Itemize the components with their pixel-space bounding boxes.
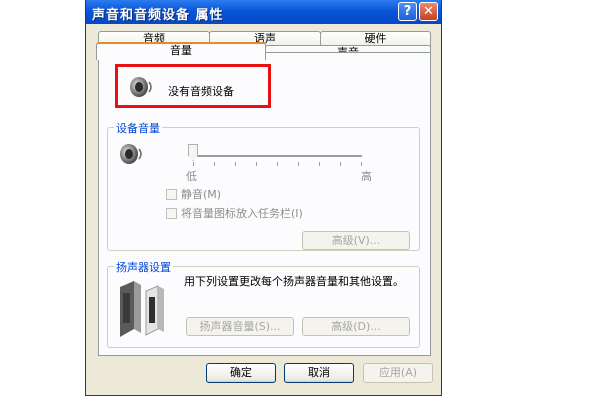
- volume-panel: 没有音频设备 设备音量 低 高 静音(M) 将音量图标放入任务栏(I) 高级(V…: [98, 52, 431, 356]
- device-volume-legend: 设备音量: [114, 120, 162, 136]
- slider-max-label: 高: [361, 170, 372, 183]
- slider-thumb[interactable]: [188, 144, 198, 161]
- tray-icon-checkbox-row[interactable]: 将音量图标放入任务栏(I): [166, 205, 303, 221]
- slider-min-label: 低: [186, 170, 197, 183]
- apply-button[interactable]: 应用(A): [363, 363, 433, 383]
- help-button[interactable]: ?: [398, 2, 417, 21]
- slider-tick: [277, 162, 278, 166]
- mute-checkbox[interactable]: [166, 188, 177, 200]
- speaker-volume-button[interactable]: 扬声器音量(S)...: [186, 317, 294, 336]
- no-audio-device-text: 没有音频设备: [168, 85, 234, 98]
- slider-tick: [214, 162, 215, 166]
- speaker-icon: [130, 77, 152, 97]
- advanced-volume-button[interactable]: 高级(V)...: [302, 231, 410, 250]
- tray-icon-checkbox[interactable]: [166, 207, 177, 219]
- device-volume-group: 设备音量 低 高 静音(M) 将音量图标放入任务栏(I) 高级(V)...: [107, 120, 420, 251]
- slider-tick: [361, 162, 362, 166]
- speaker-settings-description: 用下列设置更改每个扬声器音量和其他设置。: [184, 275, 404, 288]
- title-bar[interactable]: 声音和音频设备 属性 ? ✕: [86, 0, 441, 24]
- slider-track: [192, 155, 362, 158]
- slider-tick: [235, 162, 236, 166]
- speaker-icon: [120, 144, 142, 164]
- speakers-icon: [120, 281, 164, 337]
- properties-dialog: 声音和音频设备 属性 ? ✕ 音频 语声 硬件 音量 声音 没有音频设备 设备音…: [85, 0, 442, 396]
- ok-button[interactable]: 确定: [206, 363, 276, 383]
- status-highlight: 没有音频设备: [115, 64, 271, 108]
- cancel-button[interactable]: 取消: [284, 363, 354, 383]
- mute-checkbox-row[interactable]: 静音(M): [166, 186, 221, 202]
- tab-volume[interactable]: 音量: [96, 42, 266, 60]
- speaker-advanced-button[interactable]: 高级(D)...: [302, 317, 410, 336]
- slider-tick: [298, 162, 299, 166]
- mute-label: 静音(M): [181, 188, 222, 201]
- slider-tick: [340, 162, 341, 166]
- close-button[interactable]: ✕: [419, 2, 438, 21]
- window-title: 声音和音频设备 属性: [92, 8, 224, 23]
- speaker-settings-legend: 扬声器设置: [114, 259, 173, 275]
- slider-tick: [256, 162, 257, 166]
- slider-tick: [193, 162, 194, 166]
- tray-icon-label: 将音量图标放入任务栏(I): [181, 207, 303, 220]
- slider-tick: [319, 162, 320, 166]
- speaker-settings-group: 扬声器设置 用下列设置更改每个扬声器音量和其他设置。 扬声器音量(S)... 高…: [107, 259, 420, 348]
